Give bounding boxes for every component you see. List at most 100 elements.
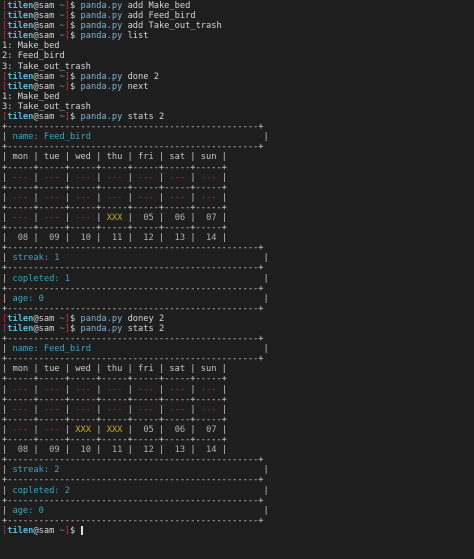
prompt-dir: ~ bbox=[54, 11, 65, 22]
output-text: | bbox=[59, 404, 76, 415]
output-line: | mon | tue | wed | thu | fri | sat | su… bbox=[2, 364, 474, 374]
output-text: | bbox=[90, 132, 269, 143]
text-cursor[interactable] bbox=[80, 525, 83, 535]
output-text: | bbox=[122, 212, 144, 223]
output-text: | bbox=[122, 384, 139, 395]
command-arguments: stats 2 bbox=[122, 112, 165, 123]
output-line: +-----+-----+-----+-----+-----+-----+---… bbox=[2, 374, 474, 384]
output-text: | bbox=[59, 465, 269, 476]
prompt-symbol: $ bbox=[70, 112, 81, 123]
output-text: | bbox=[28, 445, 50, 456]
output-text: age: 0 bbox=[12, 293, 44, 304]
prompt-symbol: $ bbox=[70, 11, 81, 22]
prompt-dir: ~ bbox=[54, 21, 65, 32]
output-line: +---------------------------------------… bbox=[2, 475, 474, 485]
output-text: | bbox=[28, 384, 44, 395]
output-text: --- bbox=[12, 424, 29, 435]
terminal-window[interactable]: [tilen@sam ~]$ panda.py add Make_bed [til… bbox=[0, 0, 474, 559]
output-text: --- bbox=[75, 172, 91, 183]
prompt-line: [tilen@sam ~]$ panda.py add Take_out_tra… bbox=[2, 21, 474, 31]
command-program: panda.py bbox=[80, 31, 123, 42]
output-text: 06 bbox=[174, 212, 186, 223]
output-text: +-----+-----+-----+-----+-----+-----+---… bbox=[2, 182, 227, 193]
output-text: copleted: 1 bbox=[12, 273, 71, 284]
command-program: panda.py bbox=[80, 21, 123, 32]
output-line: 3: Take_out_trash bbox=[2, 102, 474, 112]
output-line: | --- | --- | XXX | XXX | 05 | 06 | 07 | bbox=[2, 425, 474, 435]
output-text: XXX bbox=[106, 212, 123, 223]
output-text: | bbox=[28, 404, 44, 415]
output-text: | bbox=[2, 253, 13, 264]
output-text: | bbox=[153, 404, 170, 415]
output-text: | bbox=[122, 424, 144, 435]
prompt-dir: ~ bbox=[54, 71, 65, 82]
output-text: | bbox=[216, 424, 228, 435]
output-text: 08 bbox=[17, 445, 29, 456]
prompt-user: tilen bbox=[7, 81, 34, 92]
output-text: copleted: 2 bbox=[12, 485, 71, 496]
output-line: +---------------------------------------… bbox=[2, 354, 474, 364]
command-arguments: add Feed_bird bbox=[122, 11, 196, 22]
output-text: +---------------------------------------… bbox=[2, 354, 264, 365]
output-text: | bbox=[2, 192, 13, 203]
output-text: | bbox=[90, 445, 112, 456]
output-line: +-----+-----+-----+-----+-----+-----+---… bbox=[2, 395, 474, 405]
output-text: --- bbox=[138, 172, 154, 183]
prompt-symbol: $ bbox=[70, 1, 81, 11]
output-text: 11 bbox=[111, 233, 123, 244]
command-program: panda.py bbox=[80, 81, 123, 92]
output-text: --- bbox=[12, 192, 29, 203]
output-text: --- bbox=[106, 192, 123, 203]
prompt-dir: ~ bbox=[54, 112, 65, 123]
output-text: --- bbox=[200, 192, 217, 203]
output-text: +---------------------------------------… bbox=[2, 243, 264, 254]
prompt-line: [tilen@sam ~]$ panda.py add Make_bed bbox=[2, 1, 474, 11]
command-arguments: stats 2 bbox=[122, 324, 165, 334]
output-text: --- bbox=[106, 384, 123, 395]
output-text: | bbox=[59, 233, 81, 244]
output-text: 09 bbox=[49, 445, 60, 456]
output-line: 1: Make_bed bbox=[2, 41, 474, 51]
output-line: +---------------------------------------… bbox=[2, 496, 474, 506]
prompt-host: sam bbox=[38, 525, 55, 536]
output-text: | bbox=[122, 233, 144, 244]
output-text: | bbox=[2, 344, 13, 355]
command-program: panda.py bbox=[80, 324, 123, 334]
output-text: +-----+-----+-----+-----+-----+-----+---… bbox=[2, 374, 227, 385]
output-text: --- bbox=[43, 384, 60, 395]
command-arguments: add Take_out_trash bbox=[122, 21, 222, 32]
output-text: | bbox=[59, 253, 269, 264]
prompt-user: tilen bbox=[7, 1, 34, 11]
output-text: --- bbox=[75, 192, 91, 203]
output-text: | bbox=[185, 233, 207, 244]
output-text: +-----+-----+-----+-----+-----+-----+---… bbox=[2, 223, 227, 234]
output-text: | bbox=[153, 424, 175, 435]
prompt-line: [tilen@sam ~]$ panda.py done 2 bbox=[2, 72, 474, 82]
prompt-user: tilen bbox=[7, 324, 34, 334]
output-text: +---------------------------------------… bbox=[2, 515, 264, 526]
output-text: 14 bbox=[206, 233, 217, 244]
output-text: | bbox=[2, 233, 18, 244]
output-text: | bbox=[185, 172, 201, 183]
prompt-host: sam bbox=[38, 31, 55, 42]
prompt-symbol: $ bbox=[70, 324, 81, 334]
prompt-host: sam bbox=[38, 1, 55, 11]
output-text: | bbox=[185, 445, 207, 456]
prompt-user: tilen bbox=[7, 313, 34, 324]
output-text: --- bbox=[169, 384, 186, 395]
command-program: panda.py bbox=[80, 313, 123, 324]
output-text: 07 bbox=[206, 212, 217, 223]
output-text: --- bbox=[43, 424, 60, 435]
output-line: +---------------------------------------… bbox=[2, 122, 474, 132]
output-text: | bbox=[216, 233, 227, 244]
output-line: | name: Feed_bird | bbox=[2, 344, 474, 354]
output-line: | --- | --- | --- | --- | --- | --- | --… bbox=[2, 193, 474, 203]
output-text: | bbox=[216, 192, 228, 203]
output-text: age: 0 bbox=[12, 505, 44, 516]
output-text: +---------------------------------------… bbox=[2, 475, 264, 486]
output-text: | bbox=[216, 172, 228, 183]
output-text: +---------------------------------------… bbox=[2, 334, 264, 345]
command-program: panda.py bbox=[80, 1, 123, 11]
output-text: | bbox=[59, 445, 81, 456]
output-line: | mon | tue | wed | thu | fri | sat | su… bbox=[2, 152, 474, 162]
